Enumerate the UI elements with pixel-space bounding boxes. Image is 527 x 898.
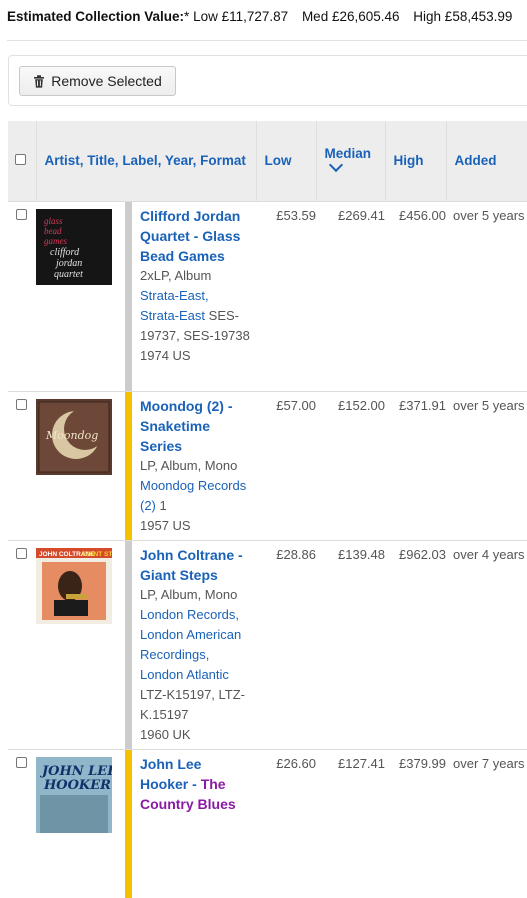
median-price: £152.00 (316, 390, 385, 540)
median-price: £127.41 (316, 748, 385, 898)
format-text: 2xLP, Album (140, 267, 212, 283)
release-title[interactable]: John Lee Hooker - The Country Blues (140, 754, 252, 814)
catalog-number: LTZ-K15197, LTZ-K.15197 (140, 686, 245, 722)
column-header-high: High (384, 121, 446, 201)
row-checkbox[interactable] (16, 208, 27, 220)
high-price: £962.03 (385, 539, 446, 749)
artist-link[interactable]: John Lee Hooker (140, 756, 201, 792)
sort-title[interactable]: Title (87, 153, 115, 168)
column-header-added: Added (445, 121, 527, 201)
table-row: JOHN LEE HOOKER John Lee Hooker - The Co… (8, 748, 527, 898)
added-date: over 7 years (446, 748, 527, 898)
status-stripe (125, 391, 132, 540)
column-header-median: Median (315, 121, 385, 201)
svg-text:HOOKER: HOOKER (43, 778, 111, 793)
artist-link[interactable]: John Coltrane (140, 547, 234, 563)
status-stripe (125, 749, 132, 898)
collection-table: Artist, Title, Label, Year, Format Low M… (8, 121, 527, 898)
trash-icon (34, 74, 45, 88)
row-checkbox[interactable] (16, 756, 27, 768)
high-price: £371.91 (385, 390, 446, 540)
sort-year[interactable]: Year (165, 153, 193, 168)
sort-added[interactable]: Added (455, 153, 497, 168)
table-row: glass bead games clifford jordan quartet… (8, 200, 527, 391)
label-link[interactable]: Moondog Records (2) (140, 478, 246, 513)
svg-text:games: games (44, 236, 67, 246)
album-cover[interactable]: Moondog (36, 398, 112, 475)
catalog-number: 1 (159, 497, 167, 513)
median-price: £269.41 (316, 200, 385, 391)
album-cover[interactable]: glass bead games clifford jordan quartet (36, 208, 112, 285)
high-price: £456.00 (385, 200, 446, 391)
release-title[interactable]: Moondog (2) - Snaketime Series (140, 396, 252, 456)
release-title[interactable]: John Coltrane - Giant Steps (140, 545, 252, 585)
sort-format[interactable]: Format (200, 153, 246, 168)
year-country: 1960 UK (140, 726, 191, 742)
svg-text:clifford: clifford (50, 247, 80, 258)
artist-link[interactable]: Moondog (2) (140, 398, 224, 414)
select-all-checkbox[interactable] (15, 154, 26, 166)
svg-text:bead: bead (44, 226, 62, 236)
row-checkbox[interactable] (16, 398, 27, 410)
row-checkbox[interactable] (16, 547, 27, 559)
table-row: Moondog Moondog (2) - Snaketime Series L… (8, 390, 527, 540)
low-price: £57.00 (256, 390, 316, 540)
status-stripe (125, 540, 132, 749)
column-header-low: Low (255, 121, 316, 201)
remove-selected-button[interactable]: Remove Selected (19, 66, 176, 96)
remove-selected-label: Remove Selected (51, 73, 162, 89)
svg-text:jordan: jordan (54, 258, 82, 269)
added-date: over 5 years (446, 390, 527, 540)
year-country: 1974 US (140, 347, 191, 363)
title-link[interactable]: Snaketime Series (140, 418, 210, 454)
low-price: £26.60 (256, 748, 316, 898)
album-cover[interactable]: JOHN COLTRANE GIANT STEPS (36, 547, 112, 624)
added-date: over 4 years (446, 539, 527, 749)
status-stripe (125, 201, 132, 391)
svg-text:quartet: quartet (54, 269, 83, 280)
format-text: LP, Album, Mono (140, 457, 238, 473)
sort-high[interactable]: High (394, 153, 424, 168)
collection-value-summary: Estimated Collection Value:* Low £11,727… (7, 9, 512, 24)
svg-text:JOHN LEE: JOHN LEE (39, 764, 112, 779)
sort-label[interactable]: Label (122, 153, 157, 168)
format-text: LP, Album, Mono (140, 586, 238, 602)
label-link[interactable]: Strata-East, (140, 288, 209, 303)
album-cover[interactable]: JOHN LEE HOOKER (36, 756, 112, 833)
table-row: JOHN COLTRANE GIANT STEPS John Coltrane … (8, 539, 527, 749)
release-title[interactable]: Clifford Jordan Quartet - Glass Bead Gam… (140, 206, 252, 266)
label-link[interactable]: London American Recordings, (140, 627, 241, 662)
low-price: £53.59 (256, 200, 316, 391)
sort-median[interactable]: Median (325, 146, 372, 161)
year-country: 1957 US (140, 517, 191, 533)
column-header-release: Artist, Title, Label, Year, Format (35, 121, 256, 201)
summary-asterisk: * (184, 9, 190, 24)
label-link[interactable]: London Records, (140, 607, 239, 622)
svg-text:Moondog: Moondog (45, 429, 98, 442)
title-link[interactable]: Giant Steps (140, 567, 218, 583)
svg-text:glass: glass (44, 216, 63, 226)
summary-high: High £58,453.99 (413, 9, 513, 24)
select-all-cell (8, 121, 36, 201)
summary-label: Estimated Collection Value: (7, 9, 185, 24)
low-price: £28.86 (256, 539, 316, 749)
sort-artist[interactable]: Artist (45, 153, 80, 168)
svg-text:GIANT STEPS: GIANT STEPS (82, 551, 112, 558)
divider (7, 40, 527, 41)
label-link[interactable]: London Atlantic (140, 667, 229, 682)
label-link[interactable]: Strata-East (140, 308, 205, 323)
table-header: Artist, Title, Label, Year, Format Low M… (8, 121, 527, 201)
median-price: £139.48 (316, 539, 385, 749)
summary-med: Med £26,605.46 (301, 9, 400, 24)
sort-low[interactable]: Low (265, 153, 292, 168)
added-date: over 5 years (446, 200, 527, 391)
summary-low: Low £11,727.87 (193, 9, 289, 24)
high-price: £379.99 (385, 748, 446, 898)
